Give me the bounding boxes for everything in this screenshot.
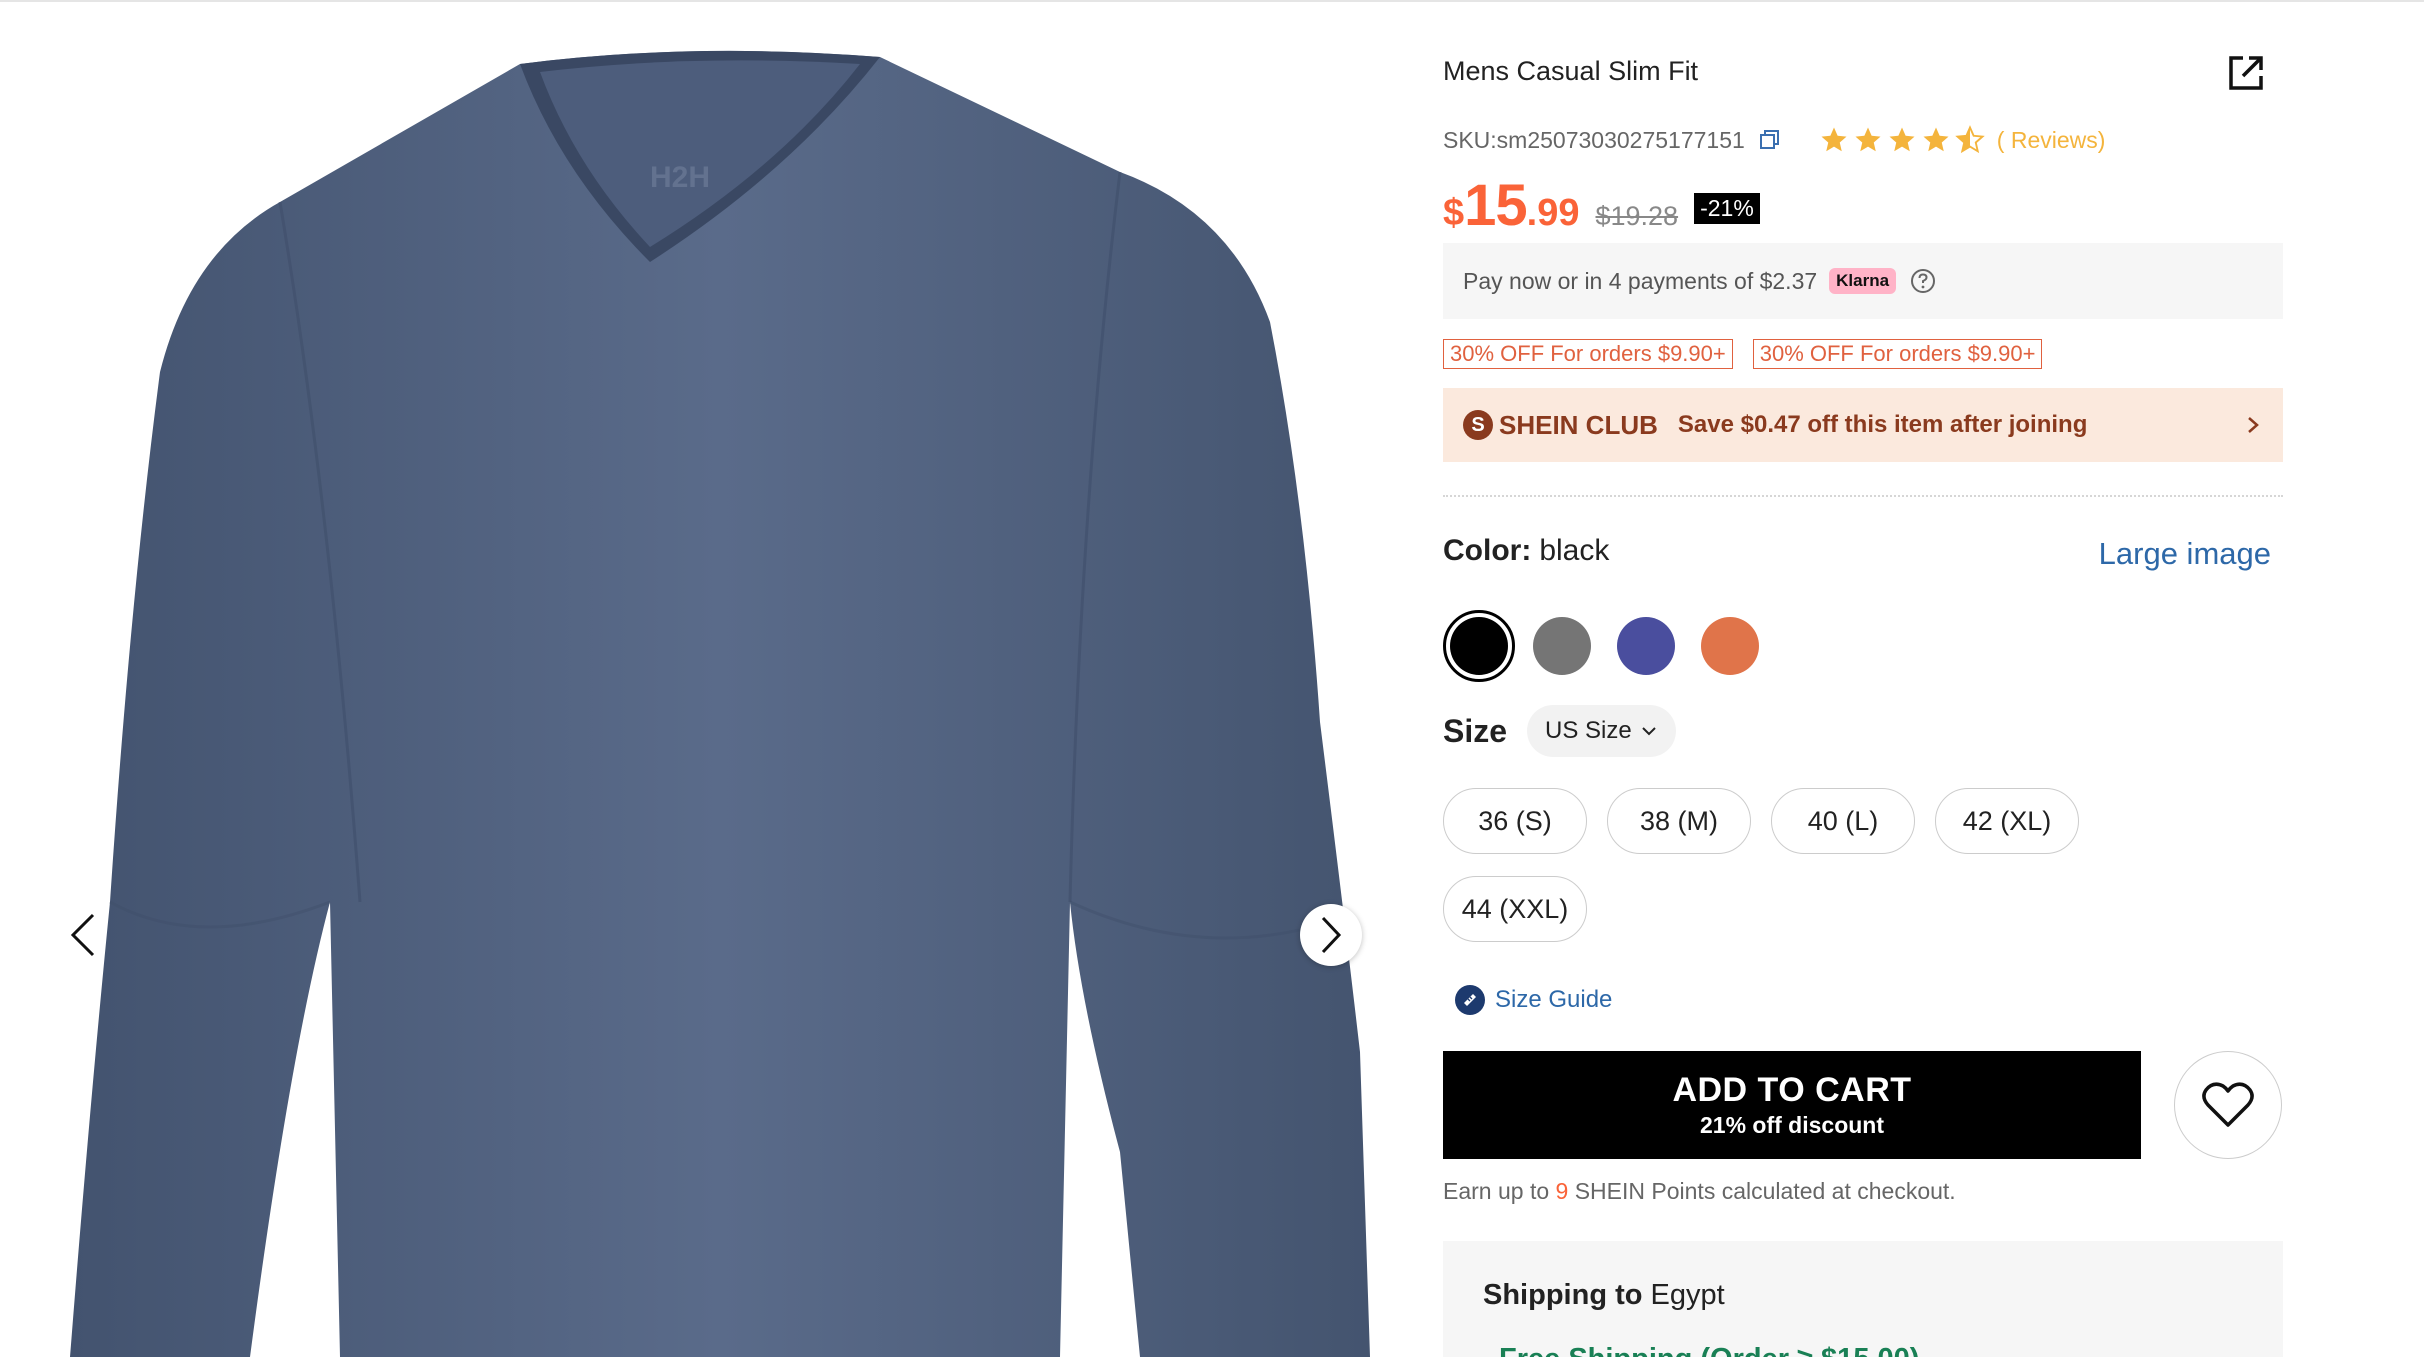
color-swatch-blue[interactable]: [1617, 617, 1675, 675]
product-title: Mens Casual Slim Fit: [1443, 56, 1699, 86]
star-icon: [1855, 127, 1881, 152]
sku-text: SKU:sm25073030275177151: [1443, 126, 1745, 153]
color-swatch-gray[interactable]: [1533, 617, 1591, 675]
chevron-down-icon: [1642, 727, 1656, 736]
klarna-badge: Klarna: [1829, 268, 1897, 294]
next-image-button[interactable]: [1300, 904, 1362, 966]
size-option[interactable]: 40 (L): [1771, 788, 1915, 854]
add-to-cart-label: ADD TO CART: [1672, 1071, 1912, 1109]
size-option[interactable]: 36 (S): [1443, 788, 1587, 854]
club-logo-icon: S: [1463, 410, 1493, 440]
color-header: Color: black: [1443, 534, 1609, 568]
product-info-panel: Mens Casual Slim Fit SKU:sm2507303027517…: [1443, 0, 2283, 1357]
shipping-country[interactable]: Egypt: [1651, 1279, 1725, 1311]
size-header: Size US Size: [1443, 705, 1676, 757]
price-row: $ 15 .99 $19.28 -21%: [1443, 172, 1760, 238]
coupon-tag[interactable]: 30% OFF For orders $9.90+: [1752, 339, 2043, 369]
price-currency: $: [1443, 192, 1465, 234]
sku-rating-row: SKU:sm25073030275177151 ( Reviews): [1443, 124, 2105, 156]
shipping-section: Shipping to Egypt Free Shipping (Order ≥…: [1443, 1241, 2283, 1357]
reviews-link[interactable]: ( Reviews): [1997, 127, 2106, 154]
points-value: 9: [1555, 1178, 1569, 1204]
rating-stars: [1819, 125, 1989, 155]
color-swatch-black[interactable]: [1443, 610, 1515, 682]
chevron-left-icon: [70, 913, 95, 957]
size-system-dropdown[interactable]: US Size: [1527, 705, 1676, 757]
shein-club-banner[interactable]: S SHEIN CLUB Save $0.47 off this item af…: [1443, 388, 2283, 462]
ruler-icon: [1455, 985, 1485, 1015]
discount-badge: -21%: [1694, 192, 1760, 224]
points-prefix: Earn up to: [1443, 1178, 1550, 1204]
size-system-value: US Size: [1545, 717, 1632, 744]
coupon-list: 30% OFF For orders $9.90+ 30% OFF For or…: [1443, 339, 2062, 369]
club-name: SHEIN CLUB: [1499, 409, 1658, 440]
product-gallery: H2H: [0, 2, 1380, 1357]
copy-icon[interactable]: [1759, 129, 1781, 151]
previous-image-button[interactable]: [60, 907, 106, 963]
star-icon: [1821, 127, 1847, 152]
add-to-cart-button[interactable]: ADD TO CART 21% off discount: [1443, 1051, 2141, 1159]
section-divider: [1443, 495, 2283, 497]
wishlist-button[interactable]: [2174, 1051, 2282, 1159]
size-label: Size: [1443, 712, 1508, 749]
star-icon: [1889, 127, 1915, 152]
color-swatch-orange[interactable]: [1701, 617, 1759, 675]
color-label: Color:: [1443, 534, 1532, 567]
share-icon[interactable]: [2225, 52, 2267, 94]
points-suffix: SHEIN Points calculated at checkout.: [1574, 1178, 1956, 1204]
size-option[interactable]: 38 (M): [1607, 788, 1751, 854]
svg-text:H2H: H2H: [650, 161, 710, 194]
help-icon[interactable]: [1910, 268, 1936, 294]
product-image: H2H: [70, 50, 1370, 1357]
free-shipping-text: Free Shipping (Order ≥ $15.00): [1499, 1343, 1919, 1357]
points-note: Earn up to 9 SHEIN Points calculated at …: [1443, 1178, 1956, 1205]
size-option[interactable]: 44 (XXL): [1443, 876, 1587, 942]
heart-icon: [2202, 1082, 2254, 1127]
price-integer: 15: [1464, 173, 1528, 238]
price-decimal: .99: [1526, 192, 1580, 234]
half-star-icon: [1955, 125, 1985, 154]
add-to-cart-sublabel: 21% off discount: [1699, 1112, 1884, 1138]
star-icon: [1923, 127, 1949, 152]
selected-color: black: [1539, 534, 1610, 567]
size-option[interactable]: 42 (XL): [1935, 788, 2079, 854]
club-savings-text: Save $0.47 off this item after joining: [1677, 411, 2088, 438]
original-price: $19.28: [1595, 201, 1679, 231]
coupon-tag[interactable]: 30% OFF For orders $9.90+: [1443, 339, 1733, 369]
klarna-banner: Pay now or in 4 payments of $2.37 Klarna: [1443, 243, 2283, 319]
size-guide-link[interactable]: Size Guide: [1455, 985, 1612, 1015]
size-guide-label: Size Guide: [1495, 986, 1613, 1013]
shipping-title: Shipping to Egypt: [1483, 1279, 1725, 1312]
chevron-right-icon: [1321, 916, 1342, 954]
large-image-link[interactable]: Large image: [2099, 536, 2271, 572]
color-swatches: [1443, 610, 1785, 682]
klarna-text: Pay now or in 4 payments of $2.37: [1463, 267, 1818, 294]
shipping-label: Shipping to: [1483, 1279, 1643, 1311]
chevron-right-icon: [2248, 417, 2259, 433]
